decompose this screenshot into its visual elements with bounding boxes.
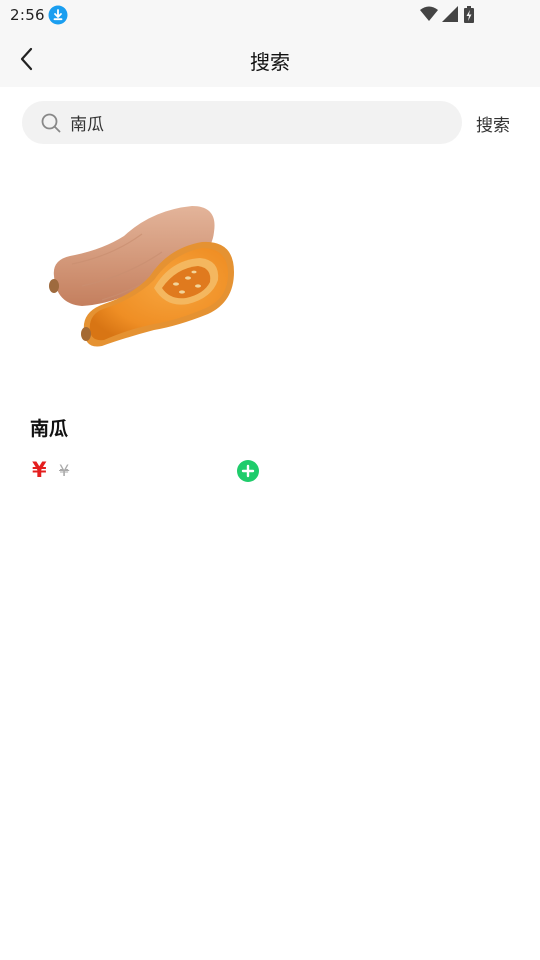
wifi-icon [420, 6, 438, 21]
search-input[interactable] [70, 101, 450, 144]
product-name: 南瓜 [30, 418, 69, 440]
add-to-cart-icon[interactable] [237, 460, 259, 482]
current-price: ¥ [32, 458, 47, 482]
signal-icon [442, 6, 458, 22]
search-box[interactable] [22, 101, 462, 144]
status-bar: 2:56 [0, 0, 540, 32]
battery-icon [464, 6, 474, 23]
search-icon [41, 113, 61, 133]
search-screen: 2:56 搜索 南瓜 搜索 南瓜 ¥ ¥ [0, 0, 540, 960]
search-button[interactable]: 搜索 [476, 111, 510, 136]
download-icon [48, 5, 68, 25]
product-card[interactable]: 南瓜 ¥ ¥ [22, 174, 272, 494]
page-title: 搜索 [250, 50, 290, 74]
nav-bar: 搜索 [0, 32, 540, 87]
status-time: 2:56 [10, 6, 45, 24]
original-price: ¥ [59, 461, 70, 480]
butternut-squash-image [49, 206, 235, 347]
